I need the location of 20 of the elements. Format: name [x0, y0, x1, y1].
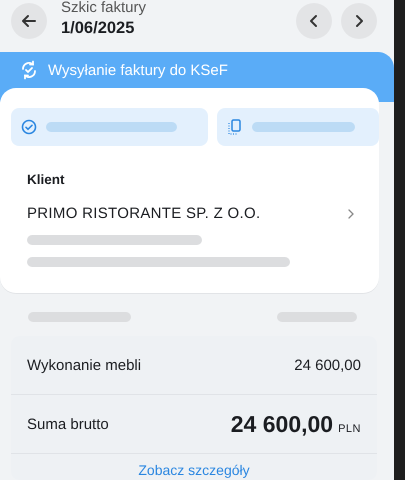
- back-arrow-icon: [21, 13, 37, 29]
- chevron-right-icon: [347, 208, 355, 220]
- next-button[interactable]: [341, 3, 377, 39]
- invoice-status: Szkic faktury: [61, 0, 148, 16]
- chevron-right-icon: [354, 14, 364, 28]
- check-circle-icon: [21, 119, 37, 135]
- client-row[interactable]: PRIMO RISTORANTE SP. Z O.O.: [27, 205, 355, 222]
- previous-button[interactable]: [296, 3, 332, 39]
- item-amount: 24 600,00: [294, 356, 361, 374]
- currency-label: PLN: [338, 422, 361, 434]
- section-label: Klient: [27, 172, 66, 187]
- total-amount: 24 600,00: [230, 410, 334, 438]
- invoice-date: 1/06/2025: [61, 19, 136, 38]
- banner-text: Wysyłanie faktury do KSeF: [48, 62, 228, 79]
- total-label: Suma brutto: [27, 416, 109, 432]
- chevron-left-icon: [309, 14, 319, 28]
- document-icon: [227, 119, 244, 135]
- back-button[interactable]: [11, 3, 47, 39]
- sync-check-icon: [19, 60, 39, 80]
- item-name: Wykonanie mebli: [27, 356, 142, 374]
